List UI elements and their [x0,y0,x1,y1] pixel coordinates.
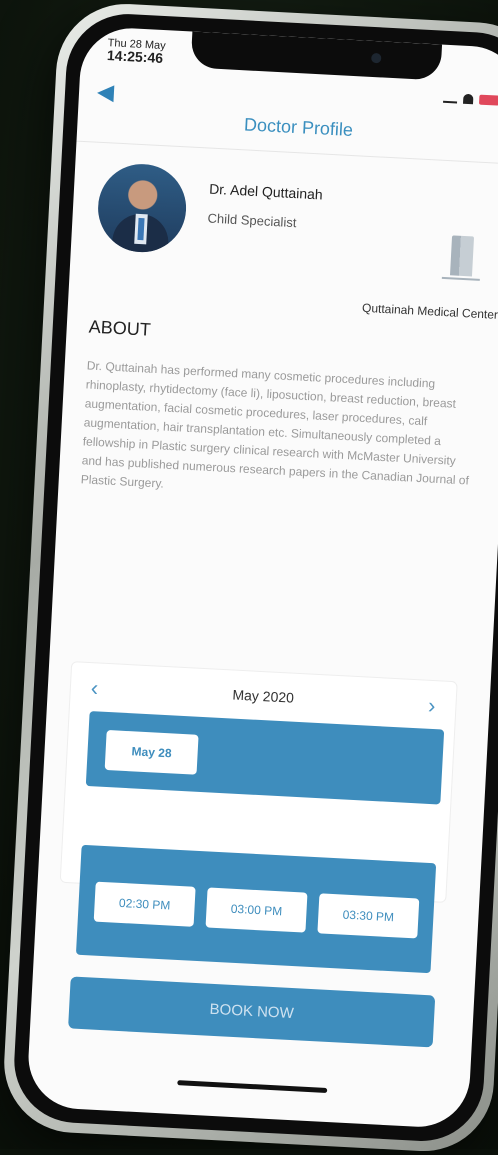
about-text: Dr. Quttainah has performed many cosmeti… [80,358,470,491]
time-slot[interactable]: 03:30 PM [317,893,420,939]
back-arrow-icon[interactable]: ◀ [96,79,114,106]
signal-icon [443,92,458,104]
battery-icon [478,94,498,106]
building-icon [449,235,475,277]
date-strip: May 28 [85,711,445,805]
camera-icon [371,52,382,64]
about-heading: ABOUT [88,316,152,340]
time-slots-strip: 02:30 PM 03:00 PM 03:30 PM [75,844,437,974]
medical-center-name: Quttainah Medical Center [361,300,498,322]
chevron-right-icon[interactable]: › [427,693,436,719]
doctor-avatar [95,161,189,255]
time-slot[interactable]: 03:00 PM [205,887,308,933]
wifi-icon [462,93,474,105]
calendar-month: May 2020 [232,686,295,706]
status-bar: Thu 28 May 14:25:46 [106,37,166,66]
notch [190,31,443,81]
home-indicator [177,1080,328,1093]
status-time: 14:25:46 [106,47,164,66]
building-base [441,276,480,281]
doctor-name: Dr. Adel Quttainah [208,180,324,203]
phone-bezel: Thu 28 May 14:25:46 ◀ Doctor Profile Dr.… [11,11,498,1145]
app-screen: Thu 28 May 14:25:46 ◀ Doctor Profile Dr.… [25,25,498,1130]
phone-frame: Thu 28 May 14:25:46 ◀ Doctor Profile Dr.… [0,0,498,1155]
book-now-button[interactable]: BOOK NOW [68,976,436,1048]
doctor-specialty: Child Specialist [207,210,297,231]
status-icons [443,92,498,106]
date-chip-selected[interactable]: May 28 [104,729,199,775]
time-slot[interactable]: 02:30 PM [93,881,196,927]
